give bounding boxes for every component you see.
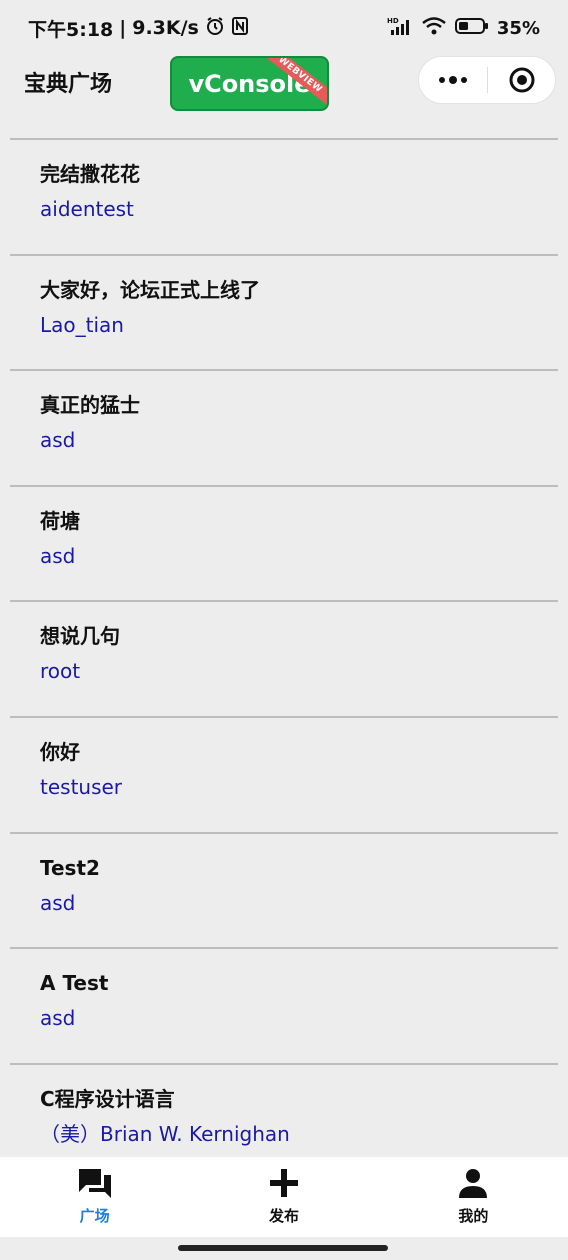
status-bar: 下午5:18 | 9.3K/s HD 35% bbox=[0, 0, 568, 56]
page-title: 宝典广场 bbox=[24, 72, 113, 97]
post-author[interactable]: （美）Brian W. Kernighan bbox=[40, 1120, 558, 1148]
status-separator: | bbox=[119, 17, 127, 39]
nfc-icon bbox=[231, 16, 249, 41]
post-item[interactable]: 大家好，论坛正式上线了 Lao_tian bbox=[10, 253, 558, 370]
tab-mine[interactable]: 我的 bbox=[379, 1157, 568, 1237]
home-indicator[interactable] bbox=[178, 1245, 388, 1251]
post-title: A Test bbox=[40, 971, 109, 996]
post-author[interactable]: asd bbox=[40, 426, 558, 454]
post-item[interactable]: Test2 asd bbox=[10, 831, 558, 948]
post-item[interactable]: 想说几句 root bbox=[10, 600, 558, 716]
post-item[interactable]: 你好 testuser bbox=[10, 715, 558, 832]
post-item[interactable]: 荷塘 asd bbox=[10, 484, 558, 601]
battery-icon bbox=[454, 17, 489, 40]
more-button[interactable] bbox=[419, 57, 487, 103]
tab-publish[interactable]: 发布 bbox=[189, 1157, 378, 1237]
tab-label: 发布 bbox=[268, 1207, 299, 1225]
post-author[interactable]: asd bbox=[40, 542, 558, 570]
post-title: C程序设计语言 bbox=[40, 1086, 175, 1111]
post-list: 完结撒花花 aidentest 大家好，论坛正式上线了 Lao_tian 真正的… bbox=[0, 138, 568, 1178]
nav-bar: 宝典广场 vConsole WEBVIEW bbox=[0, 56, 568, 114]
chat-bubbles-icon bbox=[78, 1169, 111, 1198]
status-time: 下午5:18 bbox=[28, 18, 114, 41]
post-author[interactable]: aidentest bbox=[40, 195, 558, 223]
post-title: Test2 bbox=[40, 855, 100, 880]
post-title: 大家好，论坛正式上线了 bbox=[40, 277, 260, 302]
post-author[interactable]: asd bbox=[40, 889, 558, 917]
post-author[interactable]: Lao_tian bbox=[40, 311, 558, 339]
post-item[interactable]: 真正的猛士 asd bbox=[10, 369, 558, 485]
post-title: 想说几句 bbox=[40, 624, 120, 649]
screen: 下午5:18 | 9.3K/s HD 35% 宝典广场 vConsole WEB… bbox=[0, 0, 568, 1260]
plus-icon bbox=[269, 1169, 298, 1197]
tab-label: 广场 bbox=[79, 1207, 110, 1225]
status-speed: 9.3K/s bbox=[132, 17, 199, 39]
post-item[interactable]: 完结撒花花 aidentest bbox=[10, 138, 558, 254]
post-author[interactable]: asd bbox=[40, 1004, 558, 1032]
post-author[interactable]: root bbox=[40, 657, 558, 685]
post-author[interactable]: testuser bbox=[40, 773, 558, 801]
mini-program-capsule bbox=[418, 56, 556, 104]
post-title: 完结撒花花 bbox=[40, 162, 140, 186]
tab-square[interactable]: 广场 bbox=[0, 1157, 189, 1237]
close-button[interactable] bbox=[488, 57, 555, 103]
post-item[interactable]: A Test asd bbox=[10, 947, 558, 1063]
status-left: 下午5:18 | 9.3K/s bbox=[28, 15, 249, 42]
tab-bar: 广场 发布 我的 bbox=[0, 1157, 568, 1237]
tab-label: 我的 bbox=[458, 1207, 489, 1225]
person-icon bbox=[459, 1169, 488, 1198]
svg-text:HD: HD bbox=[387, 17, 399, 25]
vconsole-button[interactable]: vConsole WEBVIEW bbox=[170, 56, 329, 111]
status-right: HD 35% bbox=[387, 16, 540, 41]
post-title: 真正的猛士 bbox=[40, 393, 140, 418]
signal-icon: HD bbox=[387, 16, 413, 41]
more-dots-icon bbox=[439, 76, 467, 84]
alarm-icon bbox=[205, 16, 225, 41]
battery-percent: 35% bbox=[496, 17, 540, 39]
target-close-icon bbox=[509, 67, 534, 93]
post-title: 你好 bbox=[40, 739, 80, 764]
wifi-icon bbox=[421, 16, 447, 41]
post-title: 荷塘 bbox=[40, 508, 80, 533]
